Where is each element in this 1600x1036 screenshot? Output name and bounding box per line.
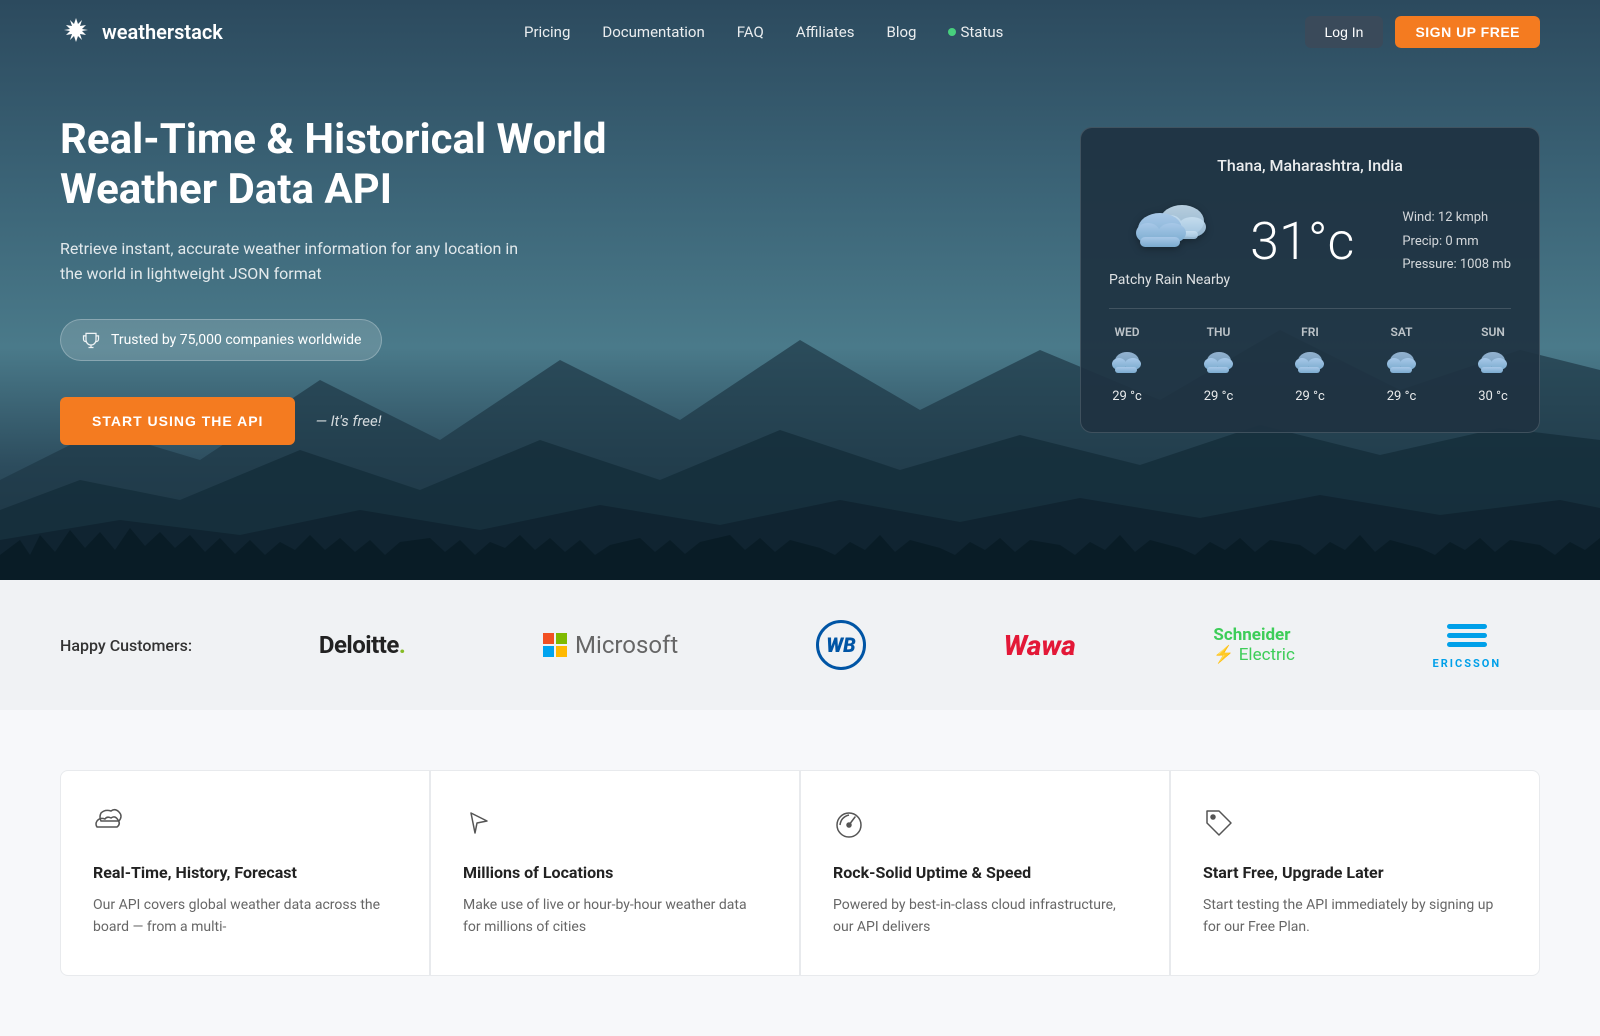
forecast-day-icon: [1201, 347, 1237, 381]
nav-blog[interactable]: Blog: [887, 23, 917, 41]
features-grid: Real-Time, History, Forecast Our API cov…: [60, 770, 1540, 976]
forecast-day-name: THU: [1207, 325, 1231, 339]
signup-button[interactable]: SIGN UP FREE: [1395, 16, 1540, 48]
wind-info: Wind: 12 kmph: [1402, 206, 1511, 229]
cta-note: It's free!: [315, 412, 381, 430]
weather-condition-icon: [1130, 195, 1210, 260]
trust-badge: Trusted by 75,000 companies worldwide: [60, 319, 382, 361]
forecast-day-name: WED: [1114, 325, 1139, 339]
feature-icon-3: [833, 807, 1137, 843]
feature-title-3: Rock-Solid Uptime & Speed: [833, 863, 1137, 882]
schneider-logo: Schneider⚡ Electric: [1213, 625, 1294, 666]
nav-documentation[interactable]: Documentation: [602, 23, 704, 41]
forecast-day-icon: [1475, 347, 1511, 381]
forecast-day-icon: [1384, 347, 1420, 381]
logo-text: weatherstack: [102, 20, 223, 44]
feature-icon-1: [93, 807, 397, 843]
tag-icon: [1203, 807, 1235, 839]
customers-logos: Deloitte. Microsoft WB Wawa Schneider⚡ E…: [280, 620, 1540, 670]
microsoft-logo: Microsoft: [543, 631, 678, 659]
nav-actions: Log In SIGN UP FREE: [1305, 16, 1540, 48]
forecast-day: WED 29 °c: [1109, 325, 1145, 404]
trophy-icon: [81, 330, 101, 350]
ericsson-logo: ERICSSON: [1433, 620, 1502, 670]
forecast-day-name: SAT: [1391, 325, 1413, 339]
feature-title-1: Real-Time, History, Forecast: [93, 863, 397, 882]
cta-row: START USING THE API It's free!: [60, 397, 640, 445]
forecast-day-name: SUN: [1481, 325, 1505, 339]
customers-section: Happy Customers: Deloitte. Microsoft WB …: [0, 580, 1600, 710]
logo-icon: [60, 16, 92, 48]
weather-temperature: 31°c: [1250, 211, 1354, 272]
login-button[interactable]: Log In: [1305, 16, 1384, 48]
trust-text: Trusted by 75,000 companies worldwide: [111, 332, 361, 348]
location-icon: [463, 807, 495, 839]
nav-links: Pricing Documentation FAQ Affiliates Blo…: [524, 23, 1003, 41]
forecast-day: SAT 29 °c: [1384, 325, 1420, 404]
hero-content: Real-Time & Historical World Weather Dat…: [60, 115, 640, 445]
weather-main: Patchy Rain Nearby 31°c Wind: 12 kmph Pr…: [1109, 195, 1511, 288]
weather-icon: [1130, 195, 1210, 264]
forecast-day: SUN 30 °c: [1475, 325, 1511, 404]
forecast-day-icon: [1292, 347, 1328, 381]
deloitte-logo: Deloitte.: [319, 631, 405, 659]
forecast-day-temp: 30 °c: [1478, 389, 1508, 404]
realtime-icon: [93, 807, 125, 839]
feature-card-2: Millions of Locations Make use of live o…: [430, 770, 800, 976]
weather-details: Wind: 12 kmph Precip: 0 mm Pressure: 100…: [1402, 206, 1511, 276]
weather-forecast: WED 29 °c THU: [1109, 308, 1511, 404]
feature-title-4: Start Free, Upgrade Later: [1203, 863, 1507, 882]
feature-desc-2: Make use of live or hour-by-hour weather…: [463, 894, 767, 939]
weather-card: Thana, Maharashtra, India: [1080, 127, 1540, 433]
nav-affiliates[interactable]: Affiliates: [796, 23, 855, 41]
feature-card-1: Real-Time, History, Forecast Our API cov…: [60, 770, 430, 976]
forecast-day-temp: 29 °c: [1204, 389, 1234, 404]
forecast-day-name: FRI: [1301, 325, 1319, 339]
wawa-logo: Wawa: [1004, 629, 1076, 662]
feature-desc-3: Powered by best-in-class cloud infrastru…: [833, 894, 1137, 939]
forecast-day: THU 29 °c: [1201, 325, 1237, 404]
feature-card-4: Start Free, Upgrade Later Start testing …: [1170, 770, 1540, 976]
features-section: Real-Time, History, Forecast Our API cov…: [0, 710, 1600, 1036]
precip-info: Precip: 0 mm: [1402, 230, 1511, 253]
hero-subtitle: Retrieve instant, accurate weather infor…: [60, 236, 540, 287]
weather-condition-text: Patchy Rain Nearby: [1109, 272, 1230, 288]
feature-desc-1: Our API covers global weather data acros…: [93, 894, 397, 939]
start-api-button[interactable]: START USING THE API: [60, 397, 295, 445]
forecast-day: FRI 29 °c: [1292, 325, 1328, 404]
forecast-day-temp: 29 °c: [1295, 389, 1325, 404]
feature-card-3: Rock-Solid Uptime & Speed Powered by bes…: [800, 770, 1170, 976]
feature-icon-2: [463, 807, 767, 843]
pressure-info: Pressure: 1008 mb: [1402, 253, 1511, 276]
hero-title: Real-Time & Historical World Weather Dat…: [60, 115, 640, 216]
weather-location: Thana, Maharashtra, India: [1109, 156, 1511, 175]
customers-label: Happy Customers:: [60, 636, 220, 655]
status-dot-icon: [948, 28, 956, 36]
hero-section: Real-Time & Historical World Weather Dat…: [0, 0, 1600, 580]
wb-logo: WB: [816, 620, 866, 670]
speed-icon: [833, 807, 865, 839]
navbar: weatherstack Pricing Documentation FAQ A…: [0, 0, 1600, 64]
forecast-day-temp: 29 °c: [1112, 389, 1142, 404]
weather-icon-temp: Patchy Rain Nearby: [1109, 195, 1230, 288]
nav-faq[interactable]: FAQ: [737, 23, 764, 41]
logo-link[interactable]: weatherstack: [60, 16, 223, 48]
forecast-day-icon: [1109, 347, 1145, 381]
nav-status[interactable]: Status: [948, 23, 1003, 41]
feature-desc-4: Start testing the API immediately by sig…: [1203, 894, 1507, 939]
feature-icon-4: [1203, 807, 1507, 843]
forecast-day-temp: 29 °c: [1387, 389, 1417, 404]
nav-pricing[interactable]: Pricing: [524, 23, 570, 41]
feature-title-2: Millions of Locations: [463, 863, 767, 882]
